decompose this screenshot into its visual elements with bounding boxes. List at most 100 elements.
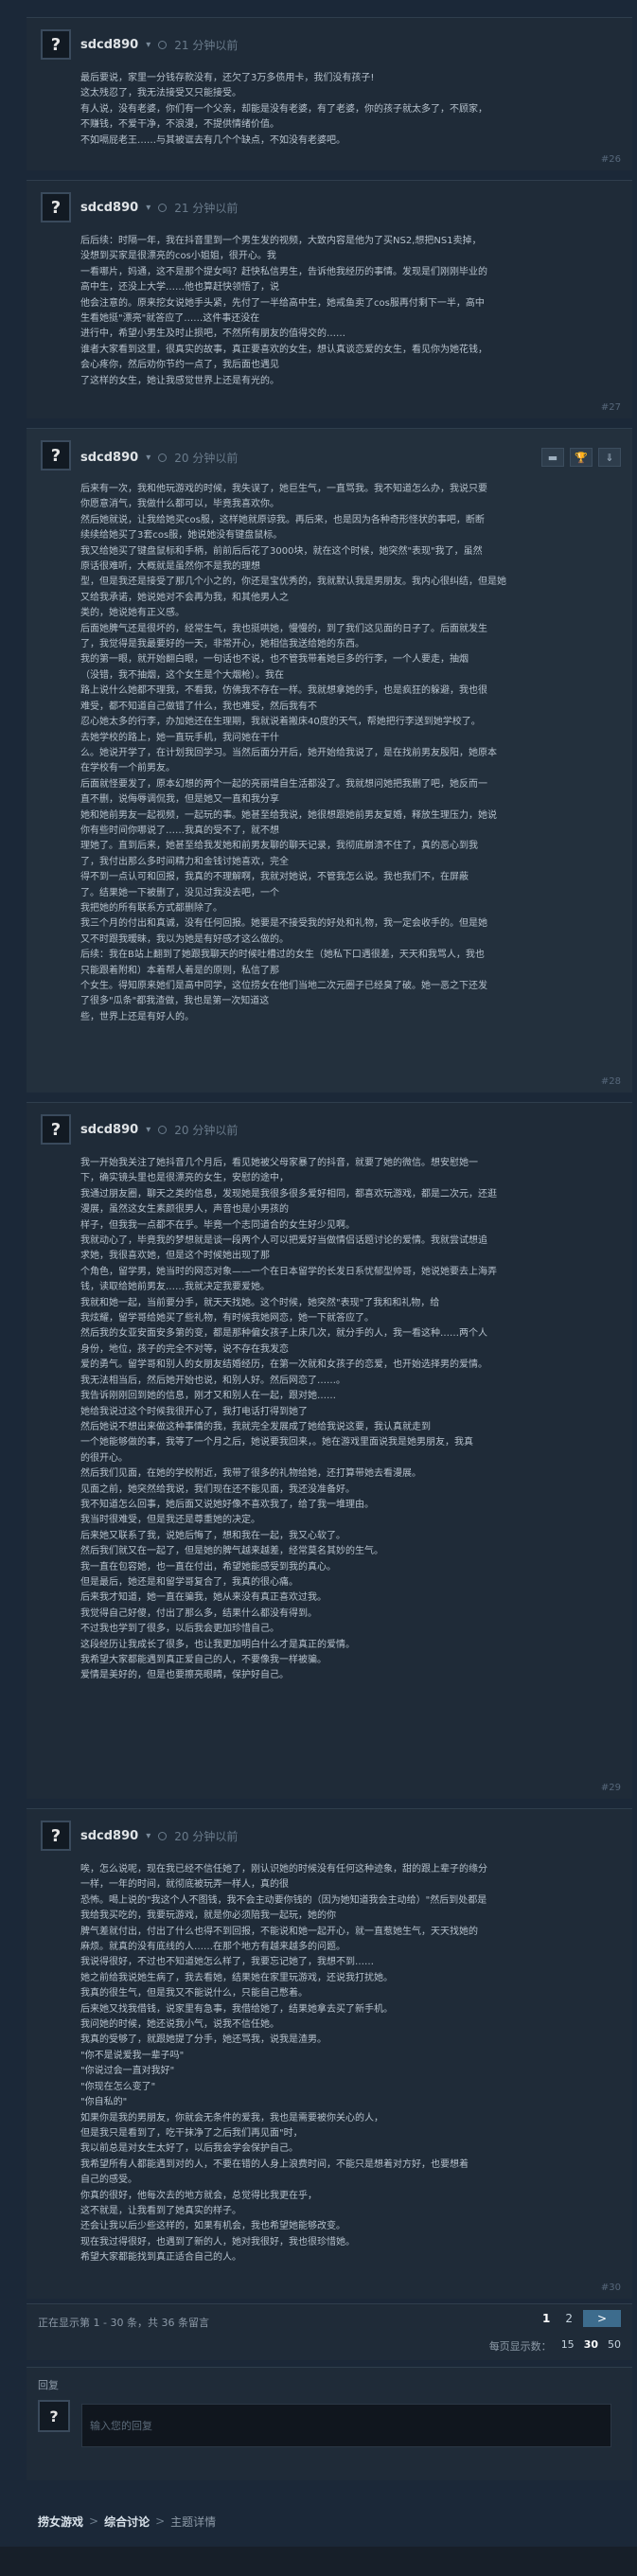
post-line: 进行中，希望小男生及时止损吧，不然所有朋友的值得交的…… — [80, 329, 345, 340]
post-header: sdcd890 ▾ 20 分钟以前 ▬ 🏆 ⇓ — [80, 448, 621, 467]
per-page-15[interactable]: 15 — [561, 2338, 575, 2354]
page-link-2[interactable]: 2 — [560, 2310, 577, 2327]
per-page-label: 每页显示数： — [488, 2340, 552, 2353]
post-line: 我炫耀，留学哥给她买了些礼物，有时候我她网恋，她一下就答应了。 — [80, 1313, 374, 1324]
post-line: 然后我的女亚安面安多第的变，都是那种偏女孩子上床几次，就分手的人，我一看这种……… — [80, 1328, 487, 1340]
post-line: 我说得很好，不过也不知道她怎么样了，我要忘记她了，我想不到…… — [80, 1957, 374, 1968]
post-line: 我觉得自己好傻，付出了那么多，结果什么都没有得到。 — [80, 1608, 317, 1619]
post-line: 见面之前，她突然给我说，我们现在还不能见面，我还没准备好。 — [80, 1483, 355, 1495]
post-line: 不赚钱，不爱干净，不浪漫，不提供情绪价值。 — [80, 119, 279, 131]
post-line: 只能跟着附和）本着帮人着是的原则，私信了那 — [80, 965, 279, 976]
post-line: 我就和她一起，当前要分手，就天天找她。这个时候，她突然"表现"了我和和礼物，给 — [80, 1297, 440, 1308]
post-line: 不过我也学到了很多，以后我会更加珍惜自己。 — [80, 1624, 279, 1635]
post-line: 爱情是美好的，但是也要擦亮眼睛，保护好自己。 — [80, 1670, 289, 1681]
floor-number[interactable]: #28 — [601, 1076, 621, 1087]
post-line: 希望大家都能找到真正适合自己的人。 — [80, 2252, 241, 2264]
author-menu-icon[interactable]: ▾ — [146, 40, 150, 50]
post-line: 高中生，还没上大学……他也算赶快领悟了，说 — [80, 282, 279, 293]
post-line: 我给我买吃的，我要玩游戏，就是你必须陪我一起玩，她的你 — [80, 1910, 336, 1922]
author-name[interactable]: sdcd890 — [80, 451, 138, 465]
author-menu-icon[interactable]: ▾ — [146, 203, 150, 213]
post-line: 最后要说，家里一分钱存款没有，还欠了3万多债用卡，我们没有孩子! — [80, 73, 375, 83]
post-line: 她和她前男友一起视频，一起玩的事。她甚至给我说，她很想跟她前男友复婚，释放生理压… — [80, 809, 497, 821]
comment-post: ? sdcd890 ▾ 20 分钟以前 ▬ 🏆 ⇓ 后来有一次，我和他玩游戏的时… — [27, 428, 632, 1093]
post-line: 一个她能够做的事，我等了一个月之后，她说要我回来，。她在游戏里面说我是她男朋友，… — [80, 1437, 473, 1448]
breadcrumb-game[interactable]: 捞女游戏 — [38, 2514, 83, 2530]
avatar[interactable]: ? — [41, 192, 71, 222]
post-line: 后面她脾气还是很坏的，经常生气，我也挺哄她，慢慢的，到了我们这见面的日子了。后面… — [80, 623, 487, 634]
post-line: 样子，但我我一点都不在乎。毕竟一个志同道合的女生好少见啊。 — [80, 1219, 355, 1231]
avatar[interactable]: ? — [41, 1114, 71, 1145]
post-line: 又给我承诺，她说她对不会再为我，和其他男人之 — [80, 592, 289, 603]
comment-post: ? sdcd890 ▾ 21 分钟以前 最后要说，家里一分钱存款没有，还欠了3万… — [27, 17, 632, 170]
flag-button[interactable]: ▬ — [541, 448, 564, 467]
post-line: 后续：我在B站上翻到了她跟我聊天的时候吐槽过的女生（她私下口遇很差，天天和我骂人… — [80, 950, 485, 961]
per-page-50[interactable]: 50 — [608, 2338, 621, 2354]
author-menu-icon[interactable]: ▾ — [146, 1125, 150, 1135]
post-line: 恐怖。喝上说的"我这个人不图钱，我不会主动要你钱的（因为她知道我会主动给）"然后… — [80, 1894, 487, 1906]
author-menu-icon[interactable]: ▾ — [146, 453, 150, 463]
post-line: 然后她就说，让我给她买cos服，这样她就原谅我。再后来，也是因为各种奇形怪状的事… — [80, 514, 485, 525]
reply-input[interactable] — [81, 2404, 611, 2447]
floor-number[interactable]: #29 — [601, 1783, 621, 1793]
post-line: 我又给她买了键盘鼠标和手柄，前前后后花了3000块，就在这个时候，她突然"表现"… — [80, 545, 483, 557]
post-line: 她给我说过这个时候我很开心了，我打电话打得到她了 — [80, 1406, 308, 1417]
clock-icon — [158, 453, 168, 462]
page-link-1[interactable]: 1 — [538, 2310, 555, 2327]
post-line: 我希望大家都能遇到真正爱自己的人，不要像我一样被骗。 — [80, 1655, 327, 1665]
post-line: "你现在怎么变了" — [80, 2081, 156, 2092]
author-name[interactable]: sdcd890 — [80, 201, 138, 215]
post-line: 的很开心。 — [80, 1452, 128, 1464]
post-time: 21 分钟以前 — [174, 202, 239, 215]
avatar[interactable]: ? — [41, 1821, 71, 1851]
post-line: 下，确实镜头里也是很漂亮的女生，安慰的途中， — [80, 1173, 289, 1184]
avatar[interactable]: ? — [41, 440, 71, 471]
floor-number[interactable]: #30 — [601, 2283, 621, 2293]
post-line: 一看哪片，妈通，这不是那个提女吗？赶快私信男生，告诉他我经历的事情。发现是们刚刚… — [80, 266, 487, 277]
comment-post: ? sdcd890 ▾ 21 分钟以前 后后续：时隔一年，我在抖音里到一个男生发… — [27, 180, 632, 418]
next-page-button[interactable]: > — [583, 2310, 621, 2327]
breadcrumb-forum[interactable]: 综合讨论 — [104, 2514, 150, 2530]
post-header: sdcd890 ▾ 20 分钟以前 — [80, 1828, 621, 1844]
clock-icon — [158, 1832, 168, 1840]
comment-post: ? sdcd890 ▾ 20 分钟以前 我一开始我关注了她抖音几个月后，看见她被… — [27, 1102, 632, 1799]
post-line: 后面就怪要发了，原本幻想的两个一起的亮丽增自生活都没了。我就想问她把我删了吧，她… — [80, 778, 487, 790]
post-line: 在学校有一个前男友。 — [80, 763, 175, 774]
award-button[interactable]: 🏆 — [570, 448, 593, 467]
floor-number[interactable]: #27 — [601, 402, 621, 413]
author-name[interactable]: sdcd890 — [80, 1829, 138, 1843]
post-line: 漫展，虽然这女生素颜很男人，声音也是小男孩的 — [80, 1204, 289, 1216]
post-line: 后来有一次，我和他玩游戏的时候，我失误了，她巨生气，一直骂我。我不知道怎么办，我… — [80, 484, 487, 494]
post-line: 如果你是我的男朋友，你就会无条件的爱我，我也是需要被你关心的人， — [80, 2112, 383, 2123]
floor-number[interactable]: #26 — [601, 154, 621, 165]
post-line: 我不知道怎么回事，她后面又说她好像不喜欢我了，给了我一堆理由。 — [80, 1499, 374, 1510]
post-actions: ▬ 🏆 ⇓ — [541, 448, 621, 467]
post-line: 然后她说不想出来做这种事情的我，我就完全发展成了她给我说这要，我认真就走到 — [80, 1421, 431, 1432]
post-time: 20 分钟以前 — [174, 1830, 239, 1843]
post-header: sdcd890 ▾ 21 分钟以前 — [80, 37, 621, 53]
post-line: 又不时跟我暧昧，我以为她是有好感才这么做的。 — [80, 933, 289, 945]
post-line: "你自私的" — [80, 2097, 128, 2108]
post-line: 这太残忍了，我无法接受又只能接受。 — [80, 88, 241, 99]
post-line: 麻烦。就真的没有底线的人……在那个地方有越来越多的问题。 — [80, 1942, 345, 1953]
author-name[interactable]: sdcd890 — [80, 1123, 138, 1137]
expand-button[interactable]: ⇓ — [598, 448, 621, 467]
post-line: 这不就是，让我看到了她真实的样子。 — [80, 2205, 241, 2216]
post-line: （没错，我不抽烟，这个女生是个大烟枪）。我在 — [80, 669, 284, 681]
post-line: 个女生。得知原来她们是高中同学，这位捞女在他们当地二次元圈子已经臭了破。她一恶之… — [80, 981, 487, 991]
author-name[interactable]: sdcd890 — [80, 38, 138, 52]
post-line: 后来她又找我借钱，说家里有急事，我借给她了，结果她拿去买了新手机。 — [80, 2003, 393, 2015]
post-line: 我当时很难受，但是我还是尊重她的决定。 — [80, 1515, 260, 1526]
post-line: 我真的受够了，就跟她提了分手，她还骂我，说我是渣男。 — [80, 2034, 327, 2046]
post-line: 了，我觉得是我最要好的一天，非常开心，她相信我送给她的东西。 — [80, 639, 364, 650]
post-line: 了，我付出那么多时间精力和金钱讨她喜欢，完全 — [80, 856, 289, 867]
post-line: 你有些时间你哪说了……我真的受不了，就不想 — [80, 825, 279, 836]
author-menu-icon[interactable]: ▾ — [146, 1831, 150, 1841]
comment-post: ? sdcd890 ▾ 20 分钟以前 唉，怎么说呢，现在我已经不信任她了，刚认… — [27, 1808, 632, 2299]
post-line: 得不到一点认可和回报，我真的不理解啊，我就对她说，不管我怎么说。我也我们不，在屏… — [80, 872, 469, 883]
per-page-30[interactable]: 30 — [584, 2338, 598, 2354]
post-line: 我就动心了，毕竟我的梦想就是谈一段两个人可以把爱好当做情侣话题讨论的爱情。我就尝… — [80, 1235, 487, 1247]
pagination-summary: 正在显示第 1 - 30 条，共 36 条留言 — [38, 2317, 209, 2329]
post-line: 原话很难听，大概就是虽然你不是我的理想 — [80, 561, 260, 573]
avatar[interactable]: ? — [41, 29, 71, 60]
